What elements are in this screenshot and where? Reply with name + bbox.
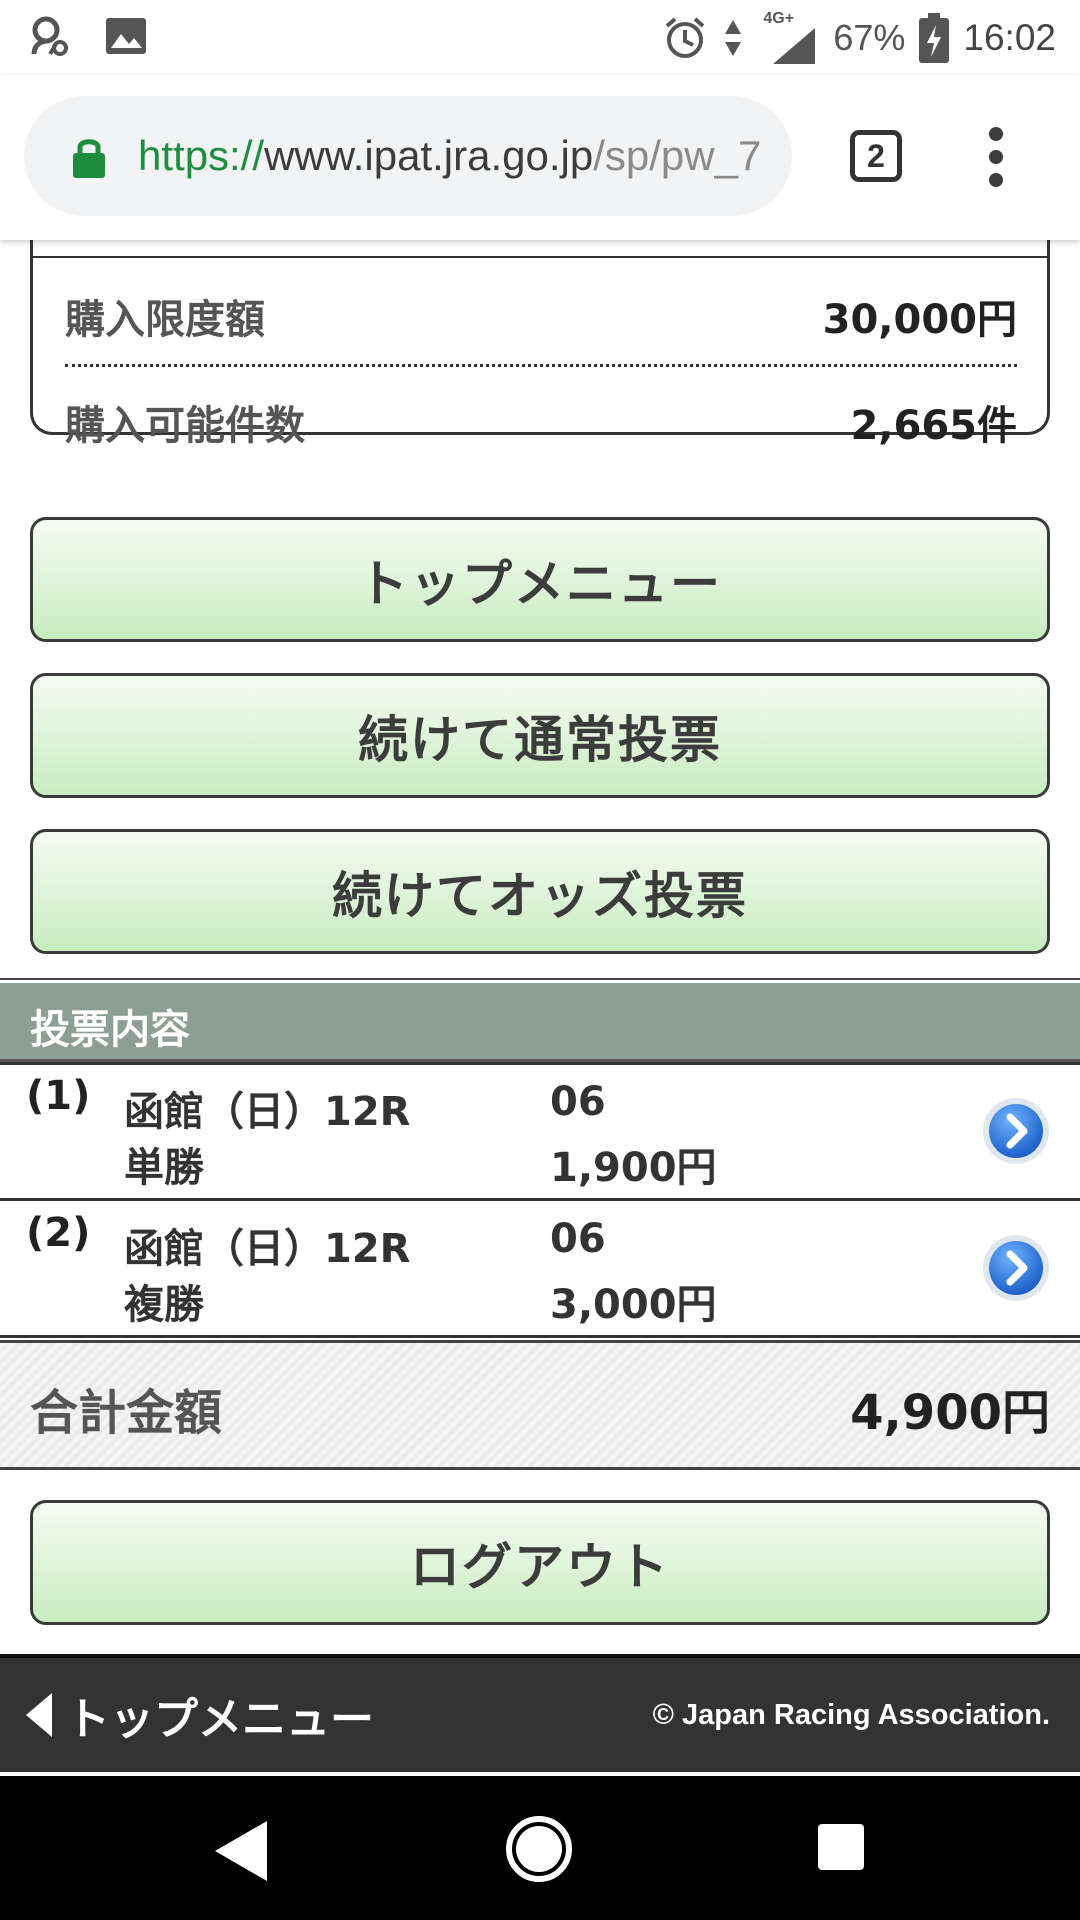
url-text[interactable]: https://www.ipat.jra.go.jp/sp/pw_7 (138, 96, 788, 216)
total-amount-bar: 合計金額 4,900円 (0, 1340, 1080, 1470)
bet-type: 複勝 (124, 1282, 204, 1328)
footer-top-menu-link[interactable]: トップメニュー (26, 1658, 374, 1772)
bet-number: (2) (26, 1210, 91, 1256)
purchase-limit-box: 購入限度額 30,000円 購入可能件数 2,665件 (30, 230, 1050, 449)
total-label: 合計金額 (30, 1385, 223, 1441)
network-type: 4G+ (763, 9, 795, 27)
bet-type: 単勝 (124, 1145, 204, 1191)
image-icon (106, 18, 146, 54)
bet-contents-header: 投票内容 (0, 980, 1080, 1062)
address-bar[interactable]: https://www.ipat.jra.go.jp/sp/pw_7 (24, 96, 792, 216)
url-scheme: https:// (138, 132, 265, 179)
recents-icon[interactable] (818, 1824, 864, 1870)
account-key-icon (31, 16, 68, 56)
alarm-icon (666, 16, 705, 58)
home-icon[interactable] (506, 1816, 572, 1882)
back-arrow-icon (26, 1693, 52, 1737)
bet-race: 函館（日）12R (124, 1089, 411, 1135)
limit-label: 購入可能件数 (65, 403, 305, 449)
bet-race: 函館（日）12R (124, 1226, 411, 1272)
status-bar: 4G+ 67% 16:02 (0, 0, 1080, 75)
clock: 16:02 (963, 16, 1056, 58)
bet-amount: 3,000円 (550, 1282, 717, 1328)
battery-charging-icon (919, 12, 950, 63)
system-nav-bar (0, 1776, 1080, 1920)
logout-button[interactable]: ログアウト (30, 1500, 1050, 1625)
signal-indicator: 4G+ (759, 8, 819, 68)
limit-value: 30,000円 (822, 297, 1017, 343)
limit-row: 購入可能件数 2,665件 (65, 372, 1017, 472)
chevron-right-circle-icon[interactable] (980, 1232, 1052, 1304)
section-title: 投票内容 (30, 1007, 190, 1053)
url-path: /sp/pw_7 (593, 132, 762, 179)
menu-dot (989, 150, 1003, 164)
limit-row: 購入限度額 30,000円 (65, 266, 1017, 366)
battery-percent: 67% (833, 16, 906, 58)
bet-horse-number: 06 (550, 1216, 606, 1262)
lock-icon (73, 139, 105, 178)
copyright: © Japan Racing Association. (652, 1699, 1050, 1731)
box-divider (33, 256, 1047, 258)
bet-row[interactable]: (1) 函館（日）12R 単勝 06 1,900円 (0, 1065, 1080, 1201)
chevron-right-circle-icon[interactable] (980, 1095, 1052, 1167)
data-arrows-icon (725, 19, 742, 56)
continue-odds-vote-button[interactable]: 続けてオッズ投票 (30, 829, 1050, 954)
url-host: www.ipat.jra.go.jp (264, 132, 594, 179)
browser-menu-button[interactable] (975, 125, 1019, 189)
bet-number: (1) (26, 1073, 91, 1119)
footer-back-label: トップメニュー (66, 1694, 374, 1745)
top-menu-button[interactable]: トップメニュー (30, 517, 1050, 642)
bet-horse-number: 06 (550, 1079, 606, 1125)
menu-dot (989, 173, 1003, 187)
continue-normal-vote-button[interactable]: 続けて通常投票 (30, 673, 1050, 798)
menu-dot (989, 127, 1003, 141)
bet-row[interactable]: (2) 函館（日）12R 複勝 06 3,000円 (0, 1202, 1080, 1338)
limit-label: 購入限度額 (65, 297, 265, 343)
limit-value: 2,665件 (850, 403, 1017, 449)
status-icons: 4G+ 67% 16:02 (663, 0, 1056, 75)
back-icon[interactable] (215, 1821, 267, 1881)
bet-amount: 1,900円 (550, 1145, 717, 1191)
dotted-divider (65, 364, 1017, 367)
tab-switcher-button[interactable]: 2 (850, 130, 902, 182)
page-footer: トップメニュー © Japan Racing Association. (0, 1654, 1080, 1772)
total-value: 4,900円 (850, 1385, 1050, 1441)
browser-toolbar: https://www.ipat.jra.go.jp/sp/pw_7 2 (0, 75, 1080, 240)
